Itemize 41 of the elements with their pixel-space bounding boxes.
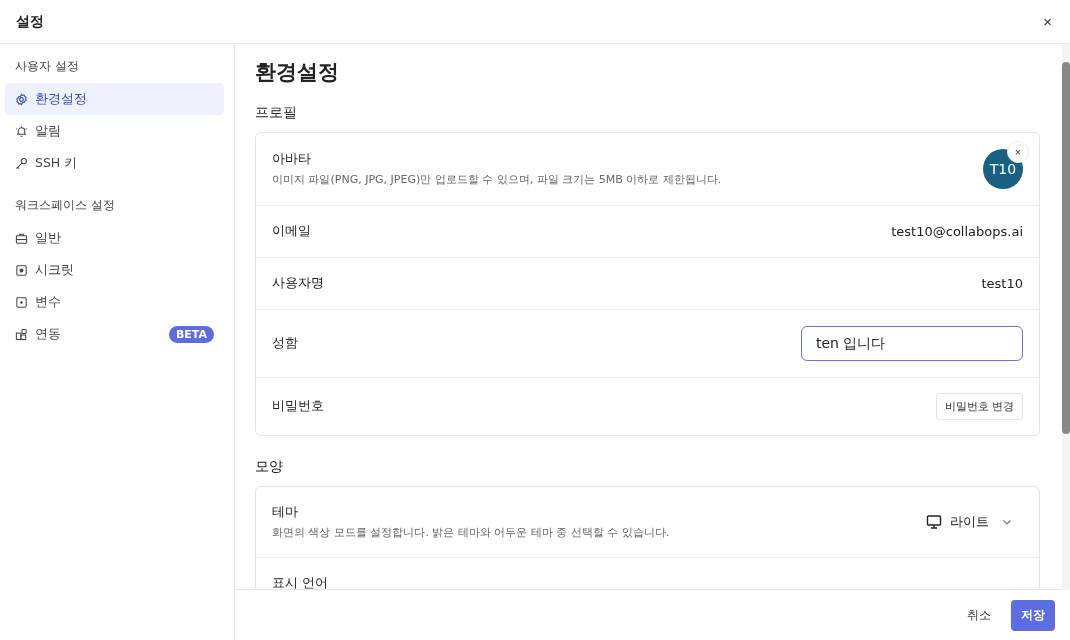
setting-label: 테마 bbox=[272, 504, 299, 521]
secret-icon bbox=[15, 263, 28, 277]
sidebar-item[interactable]: 환경설정 bbox=[5, 83, 224, 115]
key-icon bbox=[15, 156, 28, 170]
sidebar-heading: 사용자 설정 bbox=[14, 58, 80, 75]
setting-label: 아바타 bbox=[272, 151, 312, 168]
setting-label: 이메일 bbox=[272, 223, 311, 240]
sidebar-item[interactable]: 시크릿 bbox=[5, 254, 224, 286]
setting-label: 비밀번호 bbox=[272, 398, 324, 415]
sidebar-item[interactable]: 변수 bbox=[5, 286, 224, 318]
setting-description: 이미지 파일(PNG, JPG, JPEG)만 업로드할 수 있으며, 파일 크기는 5MB 이하로 제한됩니다. bbox=[272, 172, 722, 187]
bell-icon bbox=[15, 124, 28, 138]
sidebar-heading: 워크스페이스 설정 bbox=[14, 197, 116, 214]
sidebar-item[interactable]: SSH 키 bbox=[5, 147, 224, 179]
gear-icon bbox=[15, 92, 28, 106]
setting-label: 표시 언어 bbox=[272, 575, 328, 589]
section-heading: 프로필 bbox=[255, 104, 298, 122]
setting-label: 사용자명 bbox=[272, 275, 324, 292]
theme-select[interactable]: 라이트 bbox=[926, 513, 1023, 531]
beta-badge: BETA bbox=[168, 325, 214, 343]
save-button[interactable]: 저장 bbox=[1011, 599, 1055, 631]
remove-avatar-button[interactable]: × bbox=[1007, 141, 1029, 163]
page-title: 환경설정 bbox=[255, 59, 340, 86]
section-heading: 모양 bbox=[255, 458, 284, 476]
close-button[interactable]: × bbox=[1041, 13, 1054, 30]
change-password-button[interactable]: 비밀번호 변경 bbox=[935, 393, 1023, 420]
scrollbar[interactable] bbox=[1062, 44, 1070, 590]
sidebar-item[interactable]: 알림 bbox=[5, 115, 224, 147]
monitor-icon bbox=[926, 514, 942, 530]
window-title: 설정 bbox=[16, 12, 44, 31]
sidebar-item[interactable]: 일반 bbox=[5, 222, 224, 254]
setting-value: test10@collabops.ai bbox=[891, 224, 1023, 239]
setting-description: 화면의 색상 모드를 설정합니다. 밝은 테마와 어두운 테마 중 선택할 수 있습니다. bbox=[272, 525, 670, 540]
variable-icon bbox=[15, 295, 28, 309]
briefcase-icon bbox=[15, 231, 28, 245]
sidebar-item[interactable]: 연동 BETA bbox=[5, 318, 224, 350]
setting-value: test10 bbox=[981, 276, 1023, 291]
name-input-field[interactable]: ten 입니다 bbox=[801, 326, 1023, 361]
setting-label: 성함 bbox=[272, 335, 298, 352]
blocks-icon bbox=[15, 327, 28, 341]
cancel-button[interactable]: 취소 bbox=[957, 599, 1001, 631]
